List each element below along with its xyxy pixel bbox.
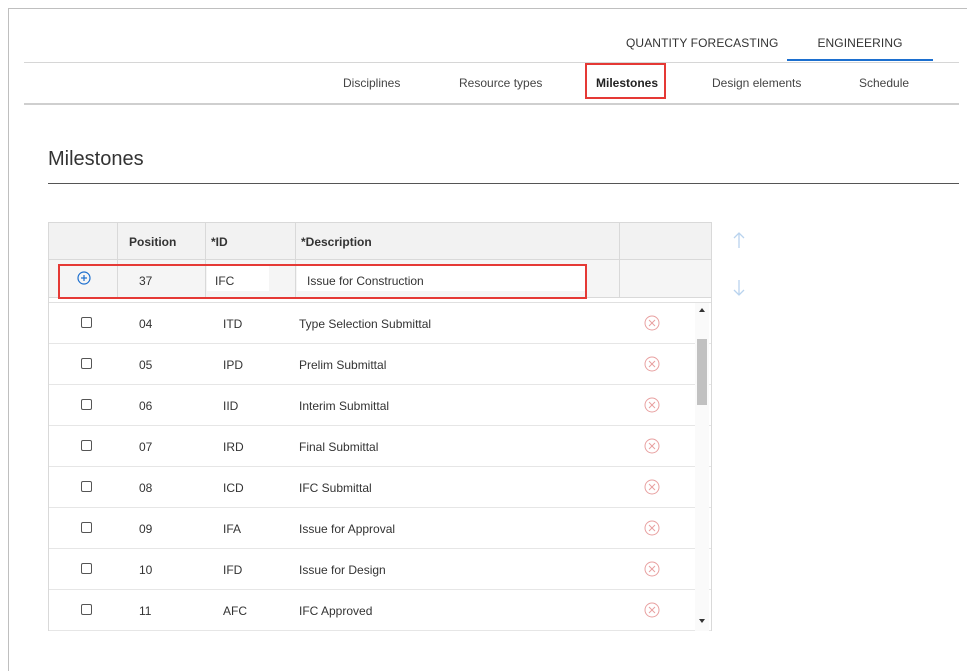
subnav-disciplines[interactable]: Disciplines xyxy=(343,76,400,90)
row-position: 09 xyxy=(139,522,153,536)
tab-quantity-forecasting[interactable]: QUANTITY FORECASTING xyxy=(626,36,778,50)
tab-divider xyxy=(24,62,959,63)
x-circle-icon[interactable] xyxy=(644,602,660,618)
row-id: AFC xyxy=(223,604,247,618)
arrow-down-icon[interactable] xyxy=(732,278,746,298)
tab-engineering[interactable]: ENGINEERING xyxy=(787,36,933,50)
row-checkbox[interactable] xyxy=(81,399,92,410)
subnav-divider xyxy=(24,103,959,105)
table-body: 04 ITD Type Selection Submittal 05 IPD P… xyxy=(49,302,711,631)
row-position: 10 xyxy=(139,563,153,577)
scroll-up-arrow-icon[interactable] xyxy=(699,308,705,312)
row-checkbox[interactable] xyxy=(81,563,92,574)
row-position: 06 xyxy=(139,399,153,413)
active-tab-indicator xyxy=(787,59,933,61)
table-row[interactable]: 11 AFC IFC Approved xyxy=(49,590,711,631)
new-row-highlight-box xyxy=(58,264,587,299)
row-checkbox[interactable] xyxy=(81,440,92,451)
title-divider xyxy=(48,183,959,184)
table-row[interactable]: 05 IPD Prelim Submittal xyxy=(49,344,711,385)
row-checkbox[interactable] xyxy=(81,522,92,533)
x-circle-icon[interactable] xyxy=(644,438,660,454)
row-checkbox[interactable] xyxy=(81,481,92,492)
row-id: ICD xyxy=(223,481,244,495)
x-circle-icon[interactable] xyxy=(644,356,660,372)
table-header: Position *ID *Description xyxy=(49,222,711,260)
row-id: IFD xyxy=(223,563,243,577)
table-row[interactable]: 06 IID Interim Submittal xyxy=(49,385,711,426)
table-row[interactable]: 09 IFA Issue for Approval xyxy=(49,508,711,549)
row-id: IID xyxy=(223,399,239,413)
row-checkbox[interactable] xyxy=(81,358,92,369)
table-row[interactable]: 10 IFD Issue for Design xyxy=(49,549,711,590)
row-position: 04 xyxy=(139,317,153,331)
table-row[interactable]: 04 ITD Type Selection Submittal xyxy=(49,303,711,344)
header-position[interactable]: Position xyxy=(129,235,176,249)
row-id: ITD xyxy=(223,317,243,331)
row-checkbox[interactable] xyxy=(81,317,92,328)
row-position: 08 xyxy=(139,481,153,495)
row-id: IRD xyxy=(223,440,244,454)
table-row[interactable]: 08 ICD IFC Submittal xyxy=(49,467,711,508)
table-scrollbar[interactable] xyxy=(695,303,709,631)
x-circle-icon[interactable] xyxy=(644,520,660,536)
row-description: Issue for Design xyxy=(299,563,386,577)
milestones-highlight-box xyxy=(585,63,666,99)
row-description: IFC Submittal xyxy=(299,481,372,495)
row-position: 11 xyxy=(139,604,152,618)
scroll-thumb[interactable] xyxy=(697,339,707,405)
row-description: Type Selection Submittal xyxy=(299,317,432,331)
row-description: Issue for Approval xyxy=(299,522,396,536)
row-description: IFC Approved xyxy=(299,604,373,618)
row-position: 05 xyxy=(139,358,153,372)
subnav-resource-types[interactable]: Resource types xyxy=(459,76,542,90)
scroll-down-arrow-icon[interactable] xyxy=(699,619,705,623)
subnav-design-elements[interactable]: Design elements xyxy=(712,76,801,90)
header-description[interactable]: *Description xyxy=(301,235,372,249)
x-circle-icon[interactable] xyxy=(644,561,660,577)
row-description: Interim Submittal xyxy=(299,399,390,413)
row-description: Final Submittal xyxy=(299,440,379,454)
row-checkbox[interactable] xyxy=(81,604,92,615)
row-id: IFA xyxy=(223,522,242,536)
subnav-schedule[interactable]: Schedule xyxy=(859,76,909,90)
row-id: IPD xyxy=(223,358,244,372)
arrow-up-icon[interactable] xyxy=(732,230,746,250)
x-circle-icon[interactable] xyxy=(644,315,660,331)
page-title: Milestones xyxy=(48,148,144,170)
row-description: Prelim Submittal xyxy=(299,358,387,372)
x-circle-icon[interactable] xyxy=(644,397,660,413)
row-position: 07 xyxy=(139,440,153,454)
table-row[interactable]: 07 IRD Final Submittal xyxy=(49,426,711,467)
header-id[interactable]: *ID xyxy=(211,235,228,249)
x-circle-icon[interactable] xyxy=(644,479,660,495)
